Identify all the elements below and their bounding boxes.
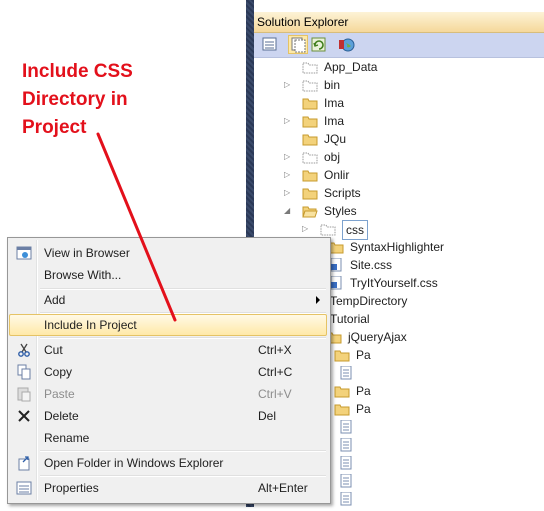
annotation-arrow — [96, 132, 177, 322]
